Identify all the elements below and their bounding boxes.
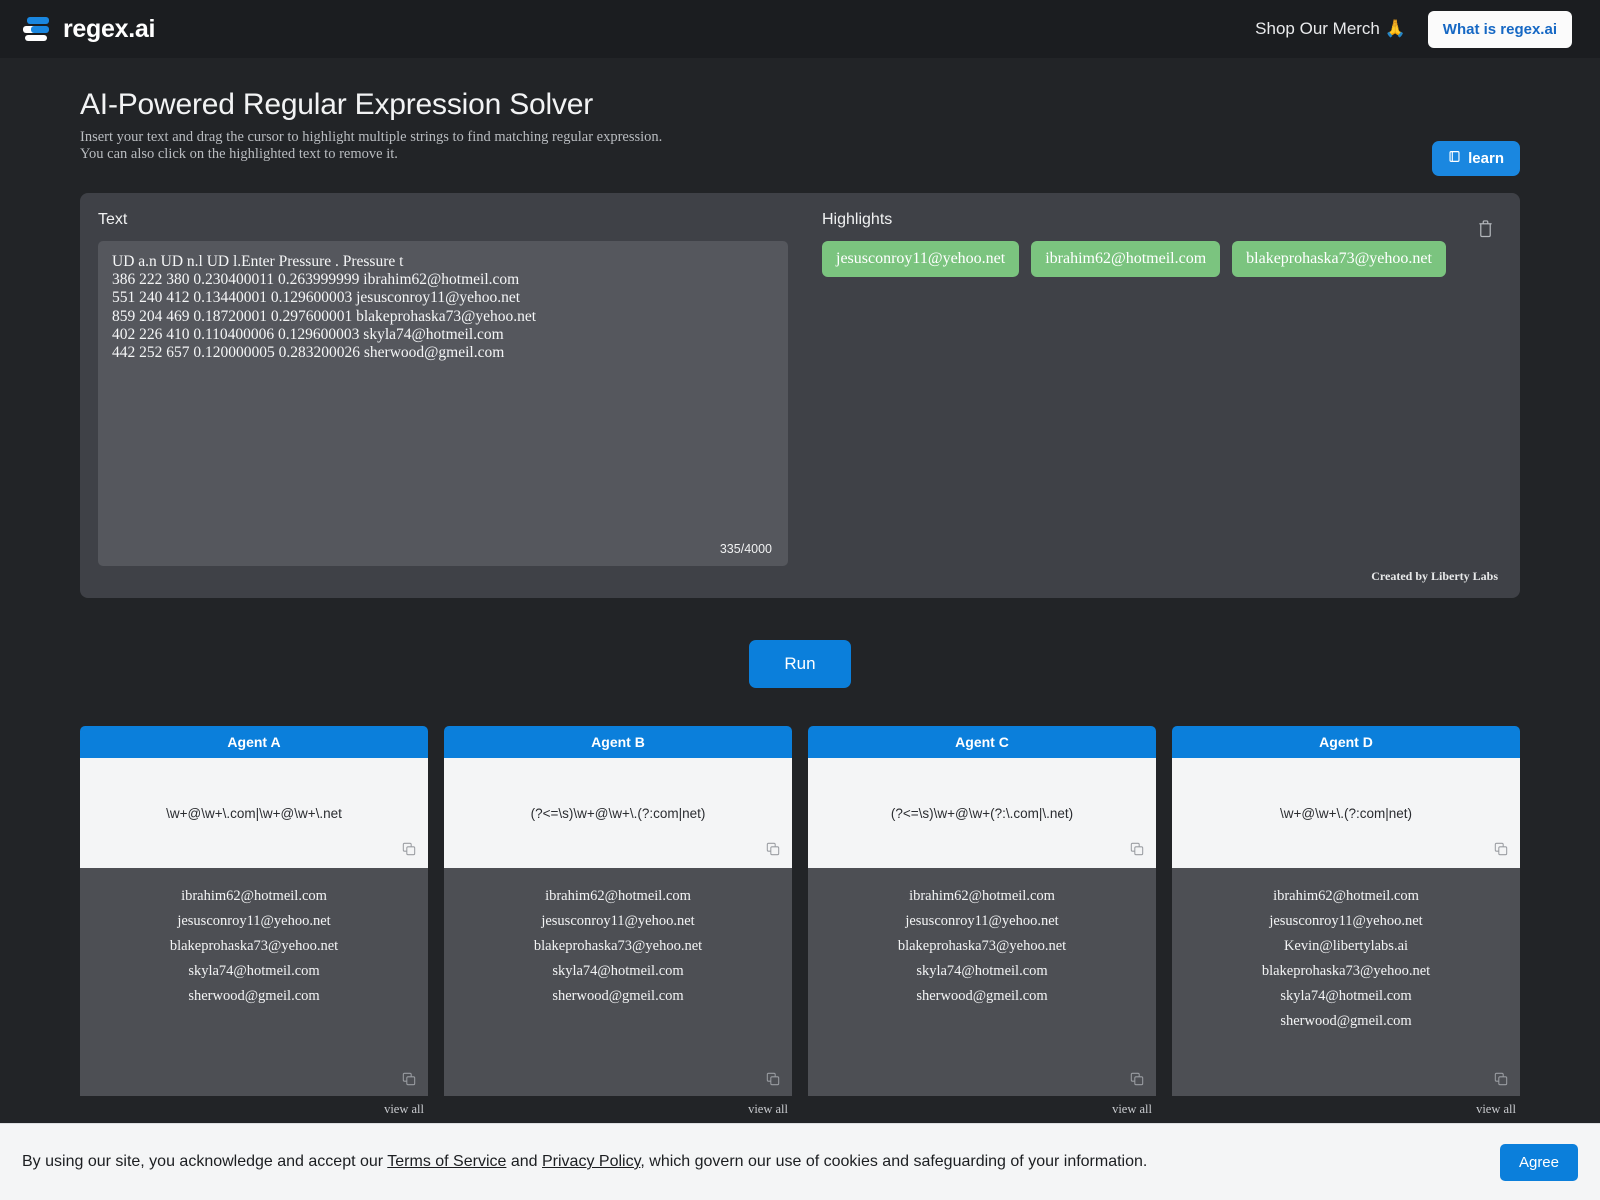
- cookie-text-before: By using our site, you acknowledge and a…: [22, 1153, 388, 1170]
- learn-button-label: learn: [1468, 150, 1504, 167]
- agent-regex-text: (?<=\s)\w+@\w+\.(?:com|net): [530, 805, 706, 821]
- shop-our-merch-link[interactable]: Shop Our Merch 🙏: [1255, 19, 1406, 39]
- agent-regex-panel[interactable]: (?<=\s)\w+@\w+(?:\.com|\.net): [808, 758, 1156, 869]
- cookie-text-after: , which govern our use of cookies and sa…: [640, 1153, 1148, 1170]
- result-item: skyla74@hotmeil.com: [552, 963, 684, 980]
- book-icon: [1448, 150, 1461, 167]
- agent-card-b: Agent B (?<=\s)\w+@\w+\.(?:com|net) ibra…: [444, 726, 792, 1117]
- clear-highlights-trash-icon[interactable]: [1473, 215, 1498, 242]
- brand-name: regex.ai: [63, 14, 156, 43]
- character-counter: 335/4000: [719, 541, 772, 556]
- result-item: blakeprohaska73@yehoo.net: [897, 938, 1067, 955]
- terms-of-service-link[interactable]: Terms of Service: [387, 1153, 506, 1170]
- cookie-consent-banner: By using our site, you acknowledge and a…: [0, 1123, 1600, 1200]
- agent-regex-text: \w+@\w+\.(?:com|net): [1279, 805, 1412, 821]
- agent-card-c: Agent C (?<=\s)\w+@\w+(?:\.com|\.net) ib…: [808, 726, 1156, 1117]
- result-item: sherwood@gmeil.com: [1280, 1013, 1412, 1030]
- copy-regex-icon[interactable]: [1494, 842, 1508, 856]
- view-all-link[interactable]: view all: [444, 1102, 792, 1117]
- run-button[interactable]: Run: [749, 640, 851, 689]
- view-all-link[interactable]: view all: [80, 1102, 428, 1117]
- highlight-chip[interactable]: blakeprohaska73@yehoo.net: [1232, 241, 1446, 278]
- result-item: ibrahim62@hotmeil.com: [545, 888, 691, 905]
- view-all-link[interactable]: view all: [808, 1102, 1156, 1117]
- page-title: AI-Powered Regular Expression Solver: [80, 88, 594, 121]
- regex-ai-logo-icon: [22, 14, 52, 44]
- agent-card-title: Agent D: [1172, 726, 1520, 759]
- copy-results-icon[interactable]: [766, 1072, 780, 1086]
- agent-results-grid: Agent A \w+@\w+\.com|\w+@\w+\.net ibrahi…: [80, 726, 1520, 1117]
- copy-results-icon[interactable]: [402, 1072, 416, 1086]
- result-item: jesusconroy11@yehoo.net: [177, 913, 331, 930]
- result-item: blakeprohaska73@yehoo.net: [533, 938, 703, 955]
- agent-card-d: Agent D \w+@\w+\.(?:com|net) ibrahim62@h…: [1172, 726, 1520, 1117]
- agent-results-panel: ibrahim62@hotmeil.com jesusconroy11@yeho…: [80, 868, 428, 1097]
- text-column: Text UD a.n UD n.l UD l.Enter Pressure .…: [98, 211, 798, 578]
- result-item: jesusconroy11@yehoo.net: [1269, 913, 1423, 930]
- agent-results-panel: ibrahim62@hotmeil.com jesusconroy11@yeho…: [444, 868, 792, 1097]
- text-line: 402 226 410 0.110400006 0.129600003 skyl…: [112, 325, 504, 343]
- privacy-policy-link[interactable]: Privacy Policy: [542, 1153, 640, 1170]
- result-item: skyla74@hotmeil.com: [916, 963, 1048, 980]
- result-item: jesusconroy11@yehoo.net: [905, 913, 1059, 930]
- agent-regex-panel[interactable]: \w+@\w+\.(?:com|net): [1172, 758, 1520, 869]
- page-subtitle-line-1: Insert your text and drag the cursor to …: [80, 129, 663, 145]
- text-line: 386 222 380 0.230400011 0.263999999 ibra…: [112, 271, 520, 289]
- text-line: UD a.n UD n.l UD l.Enter Pressure . Pres…: [112, 253, 404, 271]
- agent-regex-text: \w+@\w+\.com|\w+@\w+\.net: [166, 805, 342, 821]
- agent-results-panel: ibrahim62@hotmeil.com jesusconroy11@yeho…: [808, 868, 1156, 1097]
- result-item: ibrahim62@hotmeil.com: [1273, 888, 1419, 905]
- result-item: ibrahim62@hotmeil.com: [181, 888, 327, 905]
- text-line: 551 240 412 0.13440001 0.129600003 jesus…: [112, 289, 521, 307]
- agent-card-title: Agent B: [444, 726, 792, 759]
- copy-results-icon[interactable]: [1494, 1072, 1508, 1086]
- highlight-chip-list: jesusconroy11@yehoo.net ibrahim62@hotmei…: [822, 241, 1498, 278]
- result-item: jesusconroy11@yehoo.net: [541, 913, 695, 930]
- result-item: sherwood@gmeil.com: [188, 988, 320, 1005]
- run-button-container: Run: [0, 640, 1600, 689]
- nav-right-group: Shop Our Merch 🙏 What is regex.ai: [1255, 10, 1572, 48]
- result-item: blakeprohaska73@yehoo.net: [1261, 963, 1431, 980]
- copy-regex-icon[interactable]: [1130, 842, 1144, 856]
- copy-regex-icon[interactable]: [402, 842, 416, 856]
- view-all-link[interactable]: view all: [1172, 1102, 1520, 1117]
- agent-results-panel: ibrahim62@hotmeil.com jesusconroy11@yeho…: [1172, 868, 1520, 1097]
- copy-results-icon[interactable]: [1130, 1072, 1144, 1086]
- highlights-column: Highlights jesusconroy11@yehoo.net ibrah…: [798, 211, 1498, 583]
- result-item: ibrahim62@hotmeil.com: [909, 888, 1055, 905]
- agent-regex-panel[interactable]: \w+@\w+\.com|\w+@\w+\.net: [80, 758, 428, 869]
- text-line: 859 204 469 0.18720001 0.297600001 blake…: [112, 307, 537, 325]
- copy-regex-icon[interactable]: [766, 842, 780, 856]
- result-item: blakeprohaska73@yehoo.net: [169, 938, 339, 955]
- text-line: 442 252 657 0.120000005 0.283200026 sher…: [112, 343, 505, 361]
- result-item: skyla74@hotmeil.com: [188, 963, 320, 980]
- agree-button[interactable]: Agree: [1499, 1143, 1578, 1181]
- highlight-chip[interactable]: ibrahim62@hotmeil.com: [1031, 241, 1221, 278]
- result-item: skyla74@hotmeil.com: [1280, 988, 1412, 1005]
- text-section-label: Text: [98, 211, 128, 229]
- result-item: Kevin@libertylabs.ai: [1283, 938, 1409, 955]
- agent-card-a: Agent A \w+@\w+\.com|\w+@\w+\.net ibrahi…: [80, 726, 428, 1117]
- brand-logo[interactable]: regex.ai: [22, 14, 155, 44]
- result-item: sherwood@gmeil.com: [916, 988, 1048, 1005]
- text-content: UD a.n UD n.l UD l.Enter Pressure . Pres…: [112, 253, 774, 362]
- agent-regex-text: (?<=\s)\w+@\w+(?:\.com|\.net): [890, 805, 1074, 821]
- cookie-consent-text: By using our site, you acknowledge and a…: [22, 1153, 1147, 1171]
- what-is-regex-ai-button[interactable]: What is regex.ai: [1427, 10, 1572, 48]
- editor-panel: Text UD a.n UD n.l UD l.Enter Pressure .…: [80, 193, 1520, 599]
- highlight-chip[interactable]: jesusconroy11@yehoo.net: [822, 241, 1020, 278]
- page-subtitle-line-2: You can also click on the highlighted te…: [80, 146, 398, 163]
- highlights-section-label: Highlights: [822, 211, 893, 229]
- learn-button[interactable]: learn: [1432, 141, 1520, 176]
- result-item: sherwood@gmeil.com: [552, 988, 684, 1005]
- page-subtitle: Insert your text and drag the cursor to …: [80, 129, 1520, 163]
- agent-card-title: Agent C: [808, 726, 1156, 759]
- cookie-text-mid: and: [506, 1153, 542, 1170]
- agent-card-title: Agent A: [80, 726, 428, 759]
- top-navigation-bar: regex.ai Shop Our Merch 🙏 What is regex.…: [0, 0, 1600, 58]
- text-input-area[interactable]: UD a.n UD n.l UD l.Enter Pressure . Pres…: [98, 241, 788, 567]
- agent-regex-panel[interactable]: (?<=\s)\w+@\w+\.(?:com|net): [444, 758, 792, 869]
- created-by-credit: Created by Liberty Labs: [1371, 569, 1498, 584]
- hero-section: AI-Powered Regular Expression Solver Ins…: [0, 58, 1600, 176]
